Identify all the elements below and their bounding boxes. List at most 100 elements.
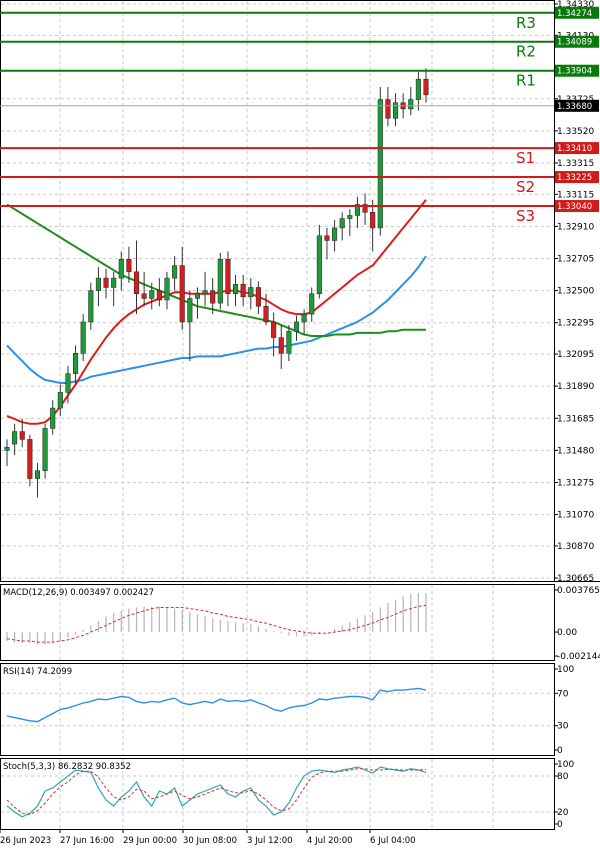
candle-body [408,99,414,110]
candle-body [370,212,376,229]
level-price-label: 1.33040 [557,202,592,212]
candle-body [187,298,193,323]
macd-pane: 0.003765 0.00 -0.002144 MACD(12,26,9) 0.003… [0,584,600,662]
level-name-s1: S1 [516,149,535,167]
candle-body [423,78,429,96]
level-price-label: 1.33225 [557,173,592,183]
candle-body [385,99,391,119]
macd-axis-label: 0.00 [557,628,577,638]
candle-body [392,102,399,119]
candle-body [255,287,261,307]
level-price-label: 1.33904 [557,67,592,77]
stoch-pane: 100 80 20 0 Stoch(5,3,3) 86.2832 90.8352 [0,758,574,830]
rsi-pane-frame [0,663,555,756]
candle-body [217,259,223,304]
candle-body [263,306,269,323]
stoch-k-line [6,766,427,818]
candle-body [233,284,239,294]
level-price-label: 1.33410 [557,144,592,154]
candle-body [57,392,63,409]
price-tick-label: 1.31070 [557,511,594,521]
candle-body [34,470,41,479]
candle-body [103,277,109,288]
price-tick-label: 1.33115 [557,190,594,200]
candle-body [27,439,33,479]
candle-body [293,321,300,332]
time-axis-label: 26 Jun 2023 [0,836,51,846]
time-axis-label: 30 Jun 08:00 [183,836,237,846]
candle-body [415,78,421,100]
stoch-axis-label: 80 [557,772,569,782]
candle-body [377,99,383,229]
level-price-label: 1.34089 [557,38,592,48]
candle-body [149,290,155,299]
level-name-r2: R2 [516,43,536,61]
level-name-s2: S2 [516,178,535,196]
level-name-r3: R3 [516,14,536,32]
candle-body [118,259,124,279]
macd-axis-label: 0.003765 [557,586,600,596]
rsi-axis-label: 100 [557,665,574,675]
price-tick-label: 1.30870 [557,542,594,552]
candle-body [271,321,277,338]
candle-body [156,290,162,301]
time-axis-label: 3 Jul 12:00 [247,836,293,846]
candle-body [88,290,94,323]
candle-body [95,277,101,291]
moving-average-blue [6,255,427,384]
rsi-axis-label: 30 [557,722,569,732]
current-price-label: 1.33680 [557,102,592,112]
stoch-axis-label: 20 [557,808,569,818]
candle-body [309,293,315,315]
price-tick-label: 1.31890 [557,382,594,392]
candle-body [286,331,292,354]
macd-signal-line [6,604,427,643]
candle-body [194,293,200,299]
time-axis: 26 Jun 2023 27 Jun 16:00 29 Jun 00:00 30 Ju… [0,829,416,846]
candle-body [133,271,140,294]
time-axis-label: 29 Jun 00:00 [123,836,177,846]
candle-body [172,265,178,279]
candle-body [19,431,25,440]
candle-body [225,259,231,294]
candle-body [111,277,117,288]
level-name-s3: S3 [516,207,535,225]
price-tick-label: 1.32705 [557,255,594,265]
price-tick-label: 1.30665 [557,574,594,584]
price-tick-label: 1.33315 [557,159,594,169]
candle-body [141,293,147,299]
candle-body [332,227,338,241]
candle-body [347,215,353,219]
time-axis-label: 6 Jul 04:00 [370,836,416,846]
price-tick-label: 1.32295 [557,319,594,329]
candle-body [42,428,48,471]
chart-canvas: 1.343301.341301.337251.335201.333151.331… [0,0,600,846]
candle-body [179,265,185,323]
candle-body [126,259,132,273]
price-tick-label: 1.32095 [557,350,594,360]
candle-body [316,235,322,294]
stoch-title: Stoch(5,3,3) 86.2832 90.8352 [3,762,131,772]
candle-body [164,277,170,301]
time-axis-label: 4 Jul 20:00 [307,836,353,846]
candle-body [73,353,79,374]
candle-body [202,290,208,294]
price-tick-label: 1.33520 [557,127,594,137]
level-price-label: 1.34274 [557,9,592,19]
main-price-pane: 1.343301.341301.337251.335201.333151.331… [0,0,599,584]
time-axis-label: 27 Jun 16:00 [60,836,114,846]
candle-body [12,431,18,445]
candle-body [240,284,246,298]
price-tick-label: 1.31480 [557,446,594,456]
candle-body [278,337,284,354]
rsi-title: RSI(14) 74.2099 [3,667,72,677]
price-tick-label: 1.31685 [557,414,594,424]
candle-body [248,287,254,298]
candle-body [339,218,345,229]
level-name-r1: R1 [516,72,536,90]
candle-body [4,446,10,451]
candle-body [50,407,56,429]
price-tick-label: 1.31275 [557,478,594,488]
macd-axis-label: -0.002144 [557,652,600,662]
rsi-axis-label: 70 [557,689,569,699]
